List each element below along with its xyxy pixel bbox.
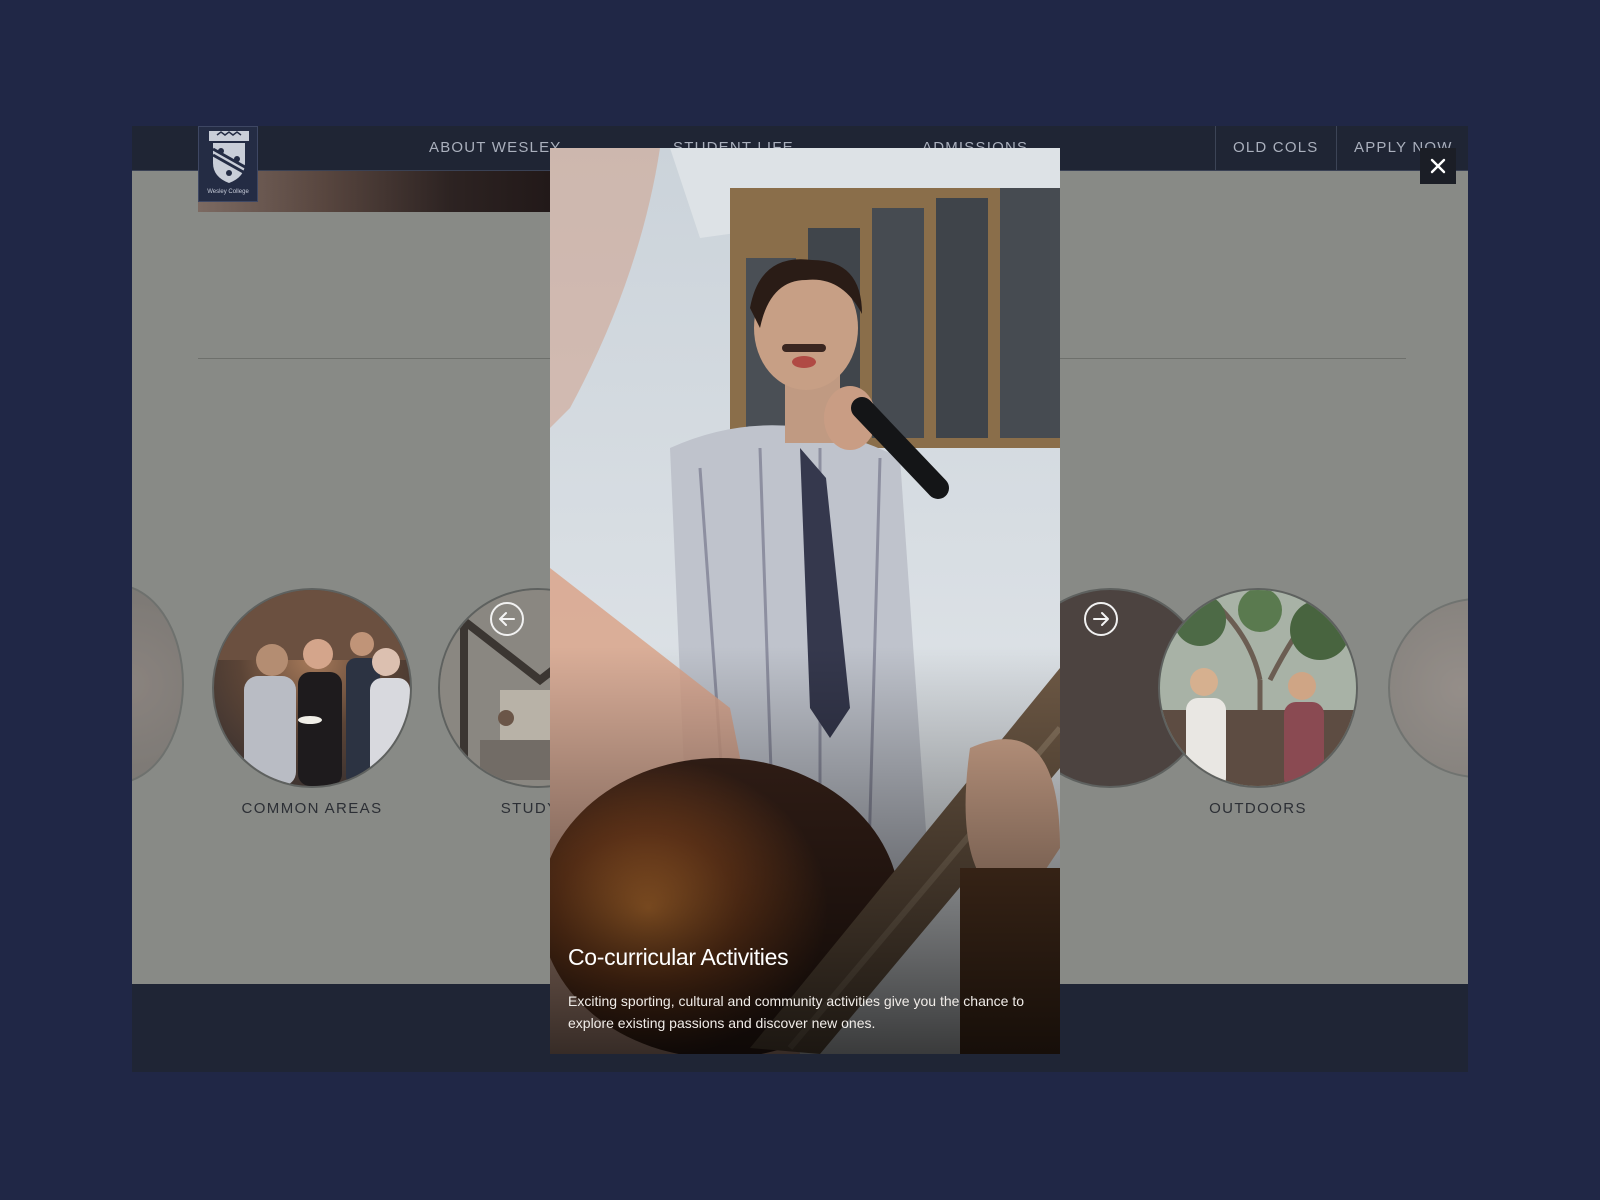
arrow-left-icon [499,612,515,626]
close-modal-button[interactable] [1420,148,1456,184]
nav-about-wesley[interactable]: ABOUT WESLEY [429,139,562,156]
story-modal: Co-curricular Activities Exciting sporti… [550,148,1060,1054]
outdoors-photo [1160,590,1356,786]
crest-icon [209,131,249,183]
section-divider [1060,358,1406,359]
nav-separator [1336,126,1337,170]
section-divider [198,358,552,359]
carousel-label-common-areas: COMMON AREAS [241,800,383,817]
carousel-item-outdoors[interactable] [1158,588,1358,788]
carousel-label-outdoors: OUTDOORS [1209,800,1307,817]
carousel-next-button[interactable] [1084,602,1118,636]
close-icon [1430,158,1446,174]
carousel-item-partial-left[interactable] [132,584,184,784]
nav-separator [1215,126,1216,170]
modal-title: Co-curricular Activities [568,944,789,970]
carousel-item-common-areas[interactable] [212,588,412,788]
carousel-item-partial-right[interactable] [1388,598,1468,778]
arrow-right-icon [1093,612,1109,626]
common-areas-photo [214,590,410,786]
modal-description: Exciting sporting, cultural and communit… [568,993,1025,1031]
logo-text: Wesley College [207,189,249,195]
nav-old-cols[interactable]: OLD COLS [1233,139,1318,156]
college-logo[interactable]: Wesley College [198,126,258,202]
modal-photo [550,148,1060,1054]
carousel-prev-button[interactable] [490,602,524,636]
